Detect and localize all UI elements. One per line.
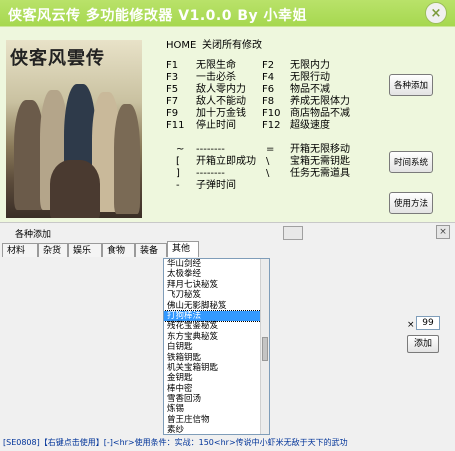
list-item[interactable]: 华山剑经 xyxy=(164,259,269,269)
tab-equipment[interactable]: 装备 xyxy=(135,243,167,257)
panel-scroll-control[interactable] xyxy=(283,226,303,240)
extra-key: ] xyxy=(176,168,180,179)
extra-label: 开箱立即成功 xyxy=(196,156,256,167)
hotkey-key: F9 xyxy=(166,108,179,119)
hotkey-key: F8 xyxy=(262,96,275,107)
hotkey-key: F10 xyxy=(262,108,281,119)
hotkey-key: F11 xyxy=(166,120,185,131)
add-items-panel: 各种添加 × 材料 杂货 娱乐 食物 装备 其他 华山剑经 太极拳经 拜月七诀秘… xyxy=(0,222,455,451)
scrollbar-thumb[interactable] xyxy=(262,337,268,361)
list-item[interactable]: 炼锡 xyxy=(164,404,269,414)
hotkey-key: F6 xyxy=(262,84,275,95)
extra-key: \ xyxy=(266,168,270,179)
tab-food[interactable]: 食物 xyxy=(102,243,135,257)
help-button[interactable]: 使用方法 xyxy=(389,192,433,214)
hotkey-label: 无限行动 xyxy=(290,72,330,83)
tab-misc[interactable]: 杂货 xyxy=(38,243,68,257)
extra-key: = xyxy=(266,144,275,155)
cover-figure xyxy=(50,160,100,218)
hotkey-label: 养成无限体力 xyxy=(290,96,350,107)
home-label: 关闭所有修改 xyxy=(202,40,262,51)
hotkey-key: F1 xyxy=(166,60,179,71)
hotkey-key: F4 xyxy=(262,72,275,83)
list-item[interactable]: 金钥匙 xyxy=(164,373,269,383)
hotkey-label: 一击必杀 xyxy=(196,72,236,83)
hotkey-label: 无限内力 xyxy=(290,60,330,71)
list-item-selected[interactable]: 打狗棒法 xyxy=(164,309,269,323)
list-item[interactable]: 拜月七诀秘笈 xyxy=(164,280,269,290)
item-list[interactable]: 华山剑经 太极拳经 拜月七诀秘笈 飞刀秘笈 佛山无影脚秘笈 打狗棒法 残花宝鉴秘… xyxy=(163,258,270,435)
extra-label: 宝箱无需钥匙 xyxy=(290,156,350,167)
hotkey-label: 超级速度 xyxy=(290,120,330,131)
extra-label: 子弹时间 xyxy=(196,180,236,191)
cover-logo: 侠客风雲传 xyxy=(10,48,105,69)
panel-title: 各种添加 xyxy=(15,230,52,240)
extra-key: [ xyxy=(176,156,180,167)
hotkey-label: 加十万金钱 xyxy=(196,108,246,119)
list-scrollbar[interactable] xyxy=(260,259,269,434)
hotkey-label: 敌人零内力 xyxy=(196,84,246,95)
cover-figure xyxy=(114,104,140,214)
list-item[interactable]: 素纱 xyxy=(164,425,269,434)
hotkey-key: F12 xyxy=(262,120,281,131)
extra-key: ~ xyxy=(176,144,185,155)
time-system-button[interactable]: 时间系统 xyxy=(389,151,433,173)
trainer-window: 侠客风云传 多功能修改器 V1.0.0 By 小幸姐 × 侠客风雲传 HOME … xyxy=(0,0,455,222)
tab-other[interactable]: 其他 xyxy=(167,241,199,257)
quantity-label: × xyxy=(407,320,415,330)
list-item[interactable]: 太极拳经 xyxy=(164,269,269,279)
extra-key: - xyxy=(176,180,180,191)
close-button[interactable]: × xyxy=(425,2,447,24)
window-title: 侠客风云传 多功能修改器 V1.0.0 By 小幸姐 xyxy=(8,8,307,24)
extra-label: 任务无需道具 xyxy=(290,168,350,179)
extra-label: -------- xyxy=(196,168,225,179)
panel-close-button[interactable]: × xyxy=(436,225,450,239)
extra-label: 开箱无限移动 xyxy=(290,144,350,155)
hotkey-label: 敌人不能动 xyxy=(196,96,246,107)
tab-materials[interactable]: 材料 xyxy=(2,243,38,257)
hotkey-key: F7 xyxy=(166,96,179,107)
hotkey-label: 商店物品不减 xyxy=(290,108,350,119)
tab-entertainment[interactable]: 娱乐 xyxy=(68,243,102,257)
list-item[interactable]: 机关宝箱钥匙 xyxy=(164,363,269,373)
quantity-input[interactable]: 99 xyxy=(416,316,440,330)
list-item[interactable]: 残花宝鉴秘笈 xyxy=(164,321,269,331)
extra-label: -------- xyxy=(196,144,225,155)
list-item[interactable]: 飞刀秘笈 xyxy=(164,290,269,300)
game-cover-image: 侠客风雲传 xyxy=(6,40,142,218)
list-item[interactable]: 东方宝典秘笈 xyxy=(164,332,269,342)
hotkey-key: F5 xyxy=(166,84,179,95)
hotkey-label: 无限生命 xyxy=(196,60,236,71)
hotkey-key: F3 xyxy=(166,72,179,83)
item-description: [SE0808]【右键点击使用】[-]<hr>使用条件：实战：150<hr>传说… xyxy=(3,438,348,447)
list-item[interactable]: 白钥匙 xyxy=(164,342,269,352)
home-key: HOME xyxy=(166,40,197,51)
add-button[interactable]: 添加 xyxy=(407,335,439,353)
list-item[interactable]: 雪香回汤 xyxy=(164,394,269,404)
category-tabs: 材料 杂货 娱乐 食物 装备 其他 xyxy=(2,241,199,258)
list-item[interactable]: 铁箱钥匙 xyxy=(164,353,269,363)
hotkey-label: 物品不减 xyxy=(290,84,330,95)
list-item[interactable]: 佛山无影脚秘笈 xyxy=(164,301,269,311)
list-item[interactable]: 曾王庄信物 xyxy=(164,415,269,425)
extra-key: \ xyxy=(266,156,270,167)
list-item[interactable]: 棒中密 xyxy=(164,384,269,394)
add-items-button[interactable]: 各种添加 xyxy=(389,74,433,96)
hotkey-label: 停止时间 xyxy=(196,120,236,131)
hotkey-key: F2 xyxy=(262,60,275,71)
